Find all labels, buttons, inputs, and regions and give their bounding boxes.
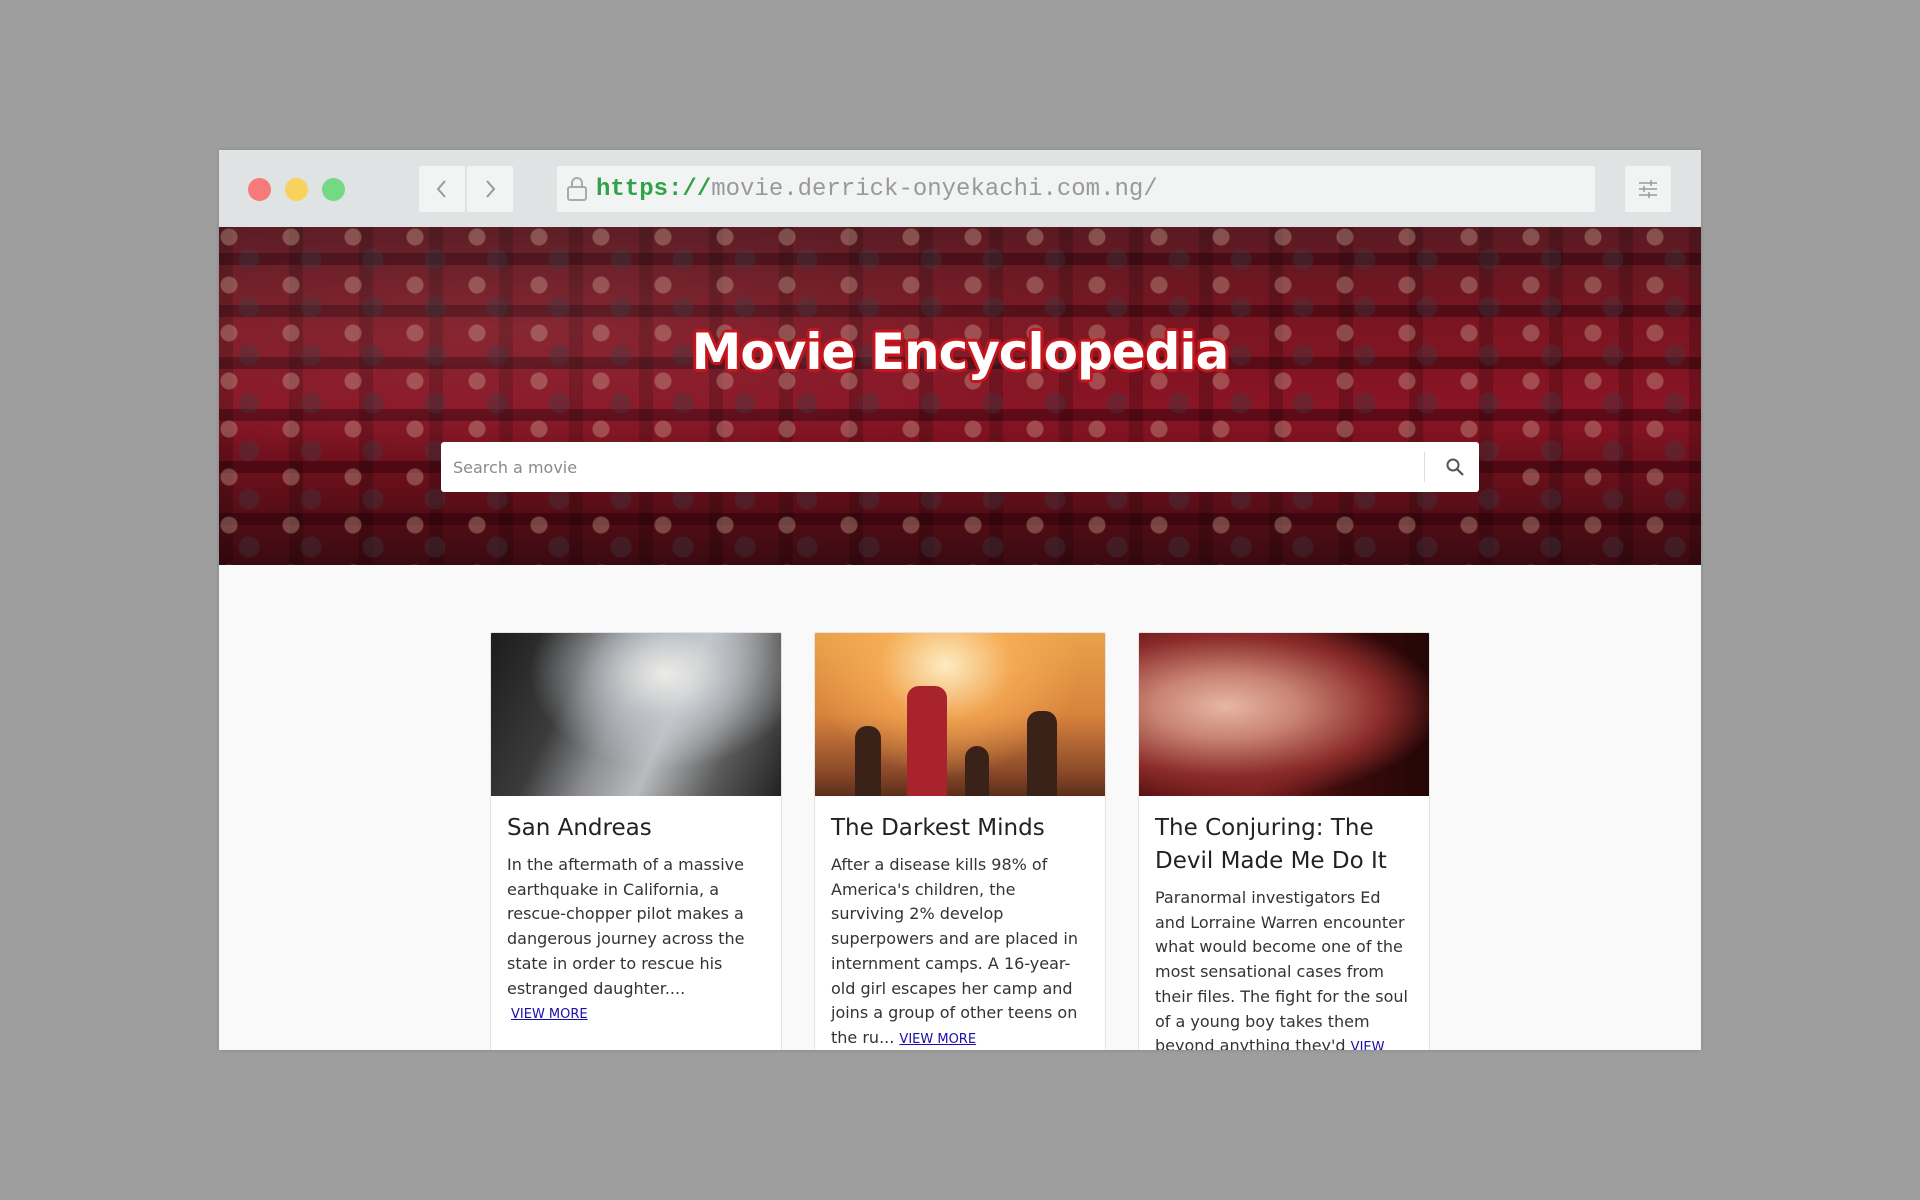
search-divider xyxy=(1424,452,1425,482)
sliders-icon xyxy=(1639,180,1657,198)
cinema-audience-image xyxy=(219,227,1701,565)
movie-overview-text: Paranormal investigators Ed and Lorraine… xyxy=(1155,888,1408,1050)
poster-figure xyxy=(855,726,881,796)
movie-title: The Darkest Minds xyxy=(831,815,1045,841)
settings-button[interactable] xyxy=(1625,166,1671,212)
movie-title: San Andreas xyxy=(507,815,652,841)
forward-button[interactable] xyxy=(467,166,513,212)
back-button[interactable] xyxy=(419,166,465,212)
movie-card[interactable]: The Conjuring: The Devil Made Me Do It P… xyxy=(1138,632,1430,1050)
movie-card[interactable]: The Darkest Minds After a disease kills … xyxy=(814,632,1106,1050)
address-bar[interactable]: https://movie.derrick-onyekachi.com.ng/ xyxy=(557,166,1595,212)
chevron-right-icon xyxy=(486,180,496,198)
minimize-window-button[interactable] xyxy=(285,178,308,201)
url-host: movie.derrick-onyekachi.com.ng/ xyxy=(711,175,1158,203)
movie-card[interactable]: San Andreas In the aftermath of a massiv… xyxy=(490,632,782,1050)
movie-overview: After a disease kills 98% of America's c… xyxy=(815,845,1105,1050)
view-more-link[interactable]: VIEW MORE xyxy=(511,1003,588,1028)
browser-window: https://movie.derrick-onyekachi.com.ng/ … xyxy=(219,150,1701,1050)
url-scheme: https:// xyxy=(596,175,712,203)
movie-overview: In the aftermath of a massive earthquake… xyxy=(491,845,781,1028)
maximize-window-button[interactable] xyxy=(322,178,345,201)
search-bar xyxy=(441,442,1479,492)
browser-toolbar: https://movie.derrick-onyekachi.com.ng/ xyxy=(219,150,1701,227)
search-input[interactable] xyxy=(441,442,1421,492)
movie-title: The Conjuring: The Devil Made Me Do It xyxy=(1155,815,1387,874)
poster-figure xyxy=(907,686,947,796)
site-title: Movie Encyclopedia xyxy=(691,323,1230,381)
hero-banner: Movie Encyclopedia xyxy=(219,227,1701,565)
search-button[interactable] xyxy=(1431,442,1479,492)
view-more-link[interactable]: VIEW MORE xyxy=(899,1032,976,1047)
movie-overview: Paranormal investigators Ed and Lorraine… xyxy=(1139,878,1429,1050)
poster-figure xyxy=(965,746,989,796)
movie-poster xyxy=(491,633,781,796)
close-window-button[interactable] xyxy=(248,178,271,201)
movie-poster xyxy=(1139,633,1429,796)
search-icon xyxy=(1446,458,1464,476)
movie-poster xyxy=(815,633,1105,796)
lock-icon xyxy=(566,176,588,202)
movie-overview-text: In the aftermath of a massive earthquake… xyxy=(507,855,745,998)
movie-overview-text: After a disease kills 98% of America's c… xyxy=(831,855,1078,1047)
chevron-left-icon xyxy=(436,180,446,198)
poster-figure xyxy=(1027,711,1057,796)
